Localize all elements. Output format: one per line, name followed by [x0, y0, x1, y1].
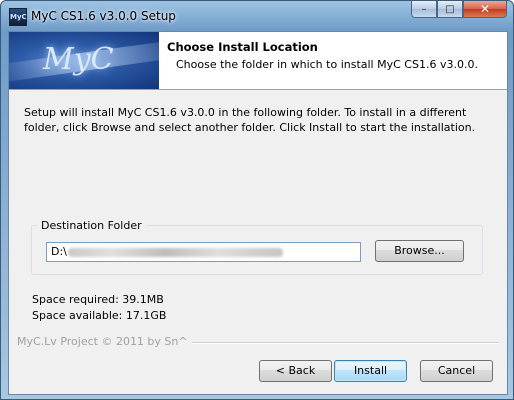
redacted-path: [67, 247, 283, 257]
cancel-button[interactable]: Cancel: [420, 360, 493, 382]
page-header: MyC Choose Install Location Choose the f…: [9, 32, 507, 90]
window-title: MyC CS1.6 v3.0.0 Setup: [31, 9, 176, 23]
maximize-button[interactable]: □: [437, 1, 463, 18]
banner-logo: MyC: [43, 42, 114, 77]
space-required-text: Space required: 39.1MB: [32, 293, 164, 306]
caption-buttons: – □ ✕: [411, 1, 507, 19]
destination-path-prefix: D:\: [51, 245, 67, 258]
destination-folder-label: Destination Folder: [37, 219, 146, 232]
minimize-button[interactable]: –: [411, 1, 437, 18]
branding-text: MyC.Lv Project © 2011 by Sn^: [17, 335, 192, 348]
browse-button[interactable]: Browse...: [375, 240, 464, 262]
dialog-client-area: MyC Choose Install Location Choose the f…: [8, 31, 508, 395]
page-title: Choose Install Location: [167, 40, 318, 54]
close-button[interactable]: ✕: [463, 1, 507, 18]
installer-window: MyC MyC CS1.6 v3.0.0 Setup – □ ✕ MyC Cho…: [0, 0, 514, 400]
title-bar[interactable]: MyC MyC CS1.6 v3.0.0 Setup – □ ✕: [1, 1, 513, 31]
back-button[interactable]: < Back: [259, 360, 332, 382]
page-subtitle: Choose the folder in which to install My…: [176, 58, 478, 71]
destination-path-field[interactable]: D:\: [46, 242, 361, 262]
space-available-text: Space available: 17.1GB: [32, 309, 167, 322]
header-banner-image: MyC: [9, 32, 159, 89]
intro-text: Setup will install MyC CS1.6 v3.0.0 in t…: [24, 106, 476, 134]
app-icon: MyC: [9, 8, 27, 26]
install-button[interactable]: Install: [334, 360, 407, 382]
